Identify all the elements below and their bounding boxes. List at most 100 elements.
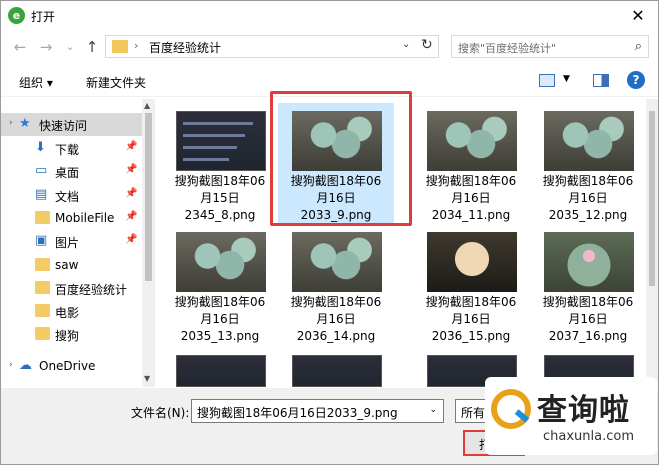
file-name-line: 月16日 [451, 191, 491, 205]
file-tile[interactable]: 搜狗截图18年06 月16日 2034_11.png [413, 103, 529, 225]
thumbnail-detail [183, 146, 237, 149]
sidebar-item[interactable]: 搜狗 [1, 323, 142, 346]
file-name-line: 2345_8.png [184, 208, 256, 222]
watermark-url: chaxunla.com [543, 429, 634, 444]
sidebar-item[interactable]: ▤ 文档 📌 [1, 184, 142, 207]
sidebar-item[interactable]: 百度经验统计 [1, 277, 142, 300]
file-name-line: 搜狗截图18年06 [542, 174, 634, 188]
forward-arrow-icon[interactable]: → [37, 38, 55, 56]
help-icon[interactable]: ? [627, 71, 645, 89]
folder-icon [35, 281, 50, 294]
file-name: 搜狗截图18年06 月16日 2036_14.png [278, 294, 394, 345]
app-icon: e [8, 7, 25, 24]
download-icon: ⬇ [35, 140, 46, 155]
expand-caret-icon[interactable]: › [9, 118, 13, 128]
address-bar[interactable]: › 百度经验统计 ⌄ ↻ [105, 35, 439, 58]
sidebar-item-label: saw [55, 258, 79, 272]
star-icon: ★ [19, 116, 31, 131]
pin-icon: 📌 [125, 164, 138, 175]
selection-highlight-box [270, 91, 412, 226]
search-icon[interactable]: ⌕ [635, 39, 642, 54]
desktop-icon: ▭ [35, 163, 48, 178]
breadcrumb-separator[interactable]: › [134, 39, 138, 52]
sidebar-item-label: 快速访问 [39, 119, 88, 133]
file-thumbnail-partial[interactable] [176, 355, 266, 387]
file-name-line: 搜狗截图18年06 [542, 295, 634, 309]
documents-icon: ▤ [35, 187, 48, 202]
folder-icon [35, 211, 50, 224]
watermark-logo: 查询啦 chaxunla.com [485, 377, 657, 455]
pictures-icon: ▣ [35, 233, 48, 248]
file-name-line: 搜狗截图18年06 [174, 295, 266, 309]
scroll-down-icon[interactable]: ▼ [144, 374, 150, 383]
organize-button[interactable]: 组织 ▾ [19, 74, 53, 91]
filename-value[interactable]: 搜狗截图18年06月16日2033_9.png [197, 404, 398, 421]
folder-icon [35, 304, 50, 317]
file-tile[interactable]: 搜狗截图18年06 月16日 2035_12.png [530, 103, 645, 225]
file-name-line: 搜狗截图18年06 [425, 174, 517, 188]
folder-icon [35, 258, 50, 271]
sidebar-item[interactable]: ⬇ 下载 📌 [1, 137, 142, 160]
sidebar-item-label: 电影 [55, 306, 80, 320]
up-arrow-icon[interactable]: ↑ [83, 38, 101, 56]
sidebar-item[interactable]: MobileFile 📌 [1, 207, 142, 230]
file-thumbnail [427, 111, 517, 171]
close-button[interactable]: ✕ [618, 1, 658, 31]
sidebar-scroll-thumb[interactable] [145, 113, 152, 281]
content-scroll-thumb[interactable] [649, 111, 655, 286]
sidebar-item-label: OneDrive [39, 359, 96, 373]
sidebar-item[interactable]: ▣ 图片 📌 [1, 230, 142, 253]
thumbnail-detail [183, 158, 229, 161]
file-name-line: 搜狗截图18年06 [174, 174, 266, 188]
chevron-down-icon[interactable]: ⌄ [402, 39, 410, 50]
pin-icon: 📌 [125, 211, 138, 222]
file-name-line: 2034_11.png [431, 208, 511, 222]
file-tile[interactable]: 搜狗截图18年06 月16日 2036_14.png [278, 224, 394, 346]
file-name: 搜狗截图18年06 月16日 2037_16.png [530, 294, 645, 345]
file-thumbnail-partial[interactable] [292, 355, 382, 387]
navigation-pane: ▲ ▼ › ★ 快速访问 ⬇ 下载 📌 ▭ 桌面 📌 ▤ 文档 📌 MobileFile 📌 ▣ 图片 📌 saw… [1, 99, 156, 387]
file-name-line: 月16日 [568, 312, 608, 326]
file-name-line: 2037_16.png [548, 329, 628, 343]
cloud-icon: ☁ [19, 358, 32, 373]
filename-field[interactable]: 搜狗截图18年06月16日2033_9.png ⌄ [191, 399, 444, 423]
chevron-down-icon[interactable]: ⌄ [429, 405, 437, 415]
search-input[interactable]: 搜索"百度经验统计" ⌕ [451, 35, 649, 58]
sidebar-item[interactable]: ▭ 桌面 📌 [1, 160, 142, 183]
file-tile[interactable]: 搜狗截图18年06 月16日 2035_13.png [162, 224, 278, 346]
breadcrumb-current[interactable]: 百度经验统计 [149, 39, 221, 56]
file-tile[interactable]: 搜狗截图18年06 月15日 2345_8.png [162, 103, 278, 225]
sidebar-item[interactable]: 电影 [1, 300, 142, 323]
view-dropdown-icon[interactable]: ▼ [563, 74, 570, 84]
sidebar-item-label: MobileFile [55, 211, 115, 225]
expand-caret-icon[interactable]: › [9, 360, 13, 370]
sidebar-item[interactable]: › ☁ OneDrive [1, 355, 142, 378]
thumbnail-detail [183, 122, 253, 125]
sidebar-item-label: 搜狗 [55, 329, 80, 343]
recent-locations-icon[interactable]: ⌄ [61, 38, 79, 56]
view-mode-icon[interactable] [539, 74, 555, 87]
back-arrow-icon[interactable]: ← [11, 38, 29, 56]
new-folder-button[interactable]: 新建文件夹 [86, 74, 146, 91]
search-placeholder: 搜索"百度经验统计" [458, 42, 557, 55]
sidebar-item-label: 图片 [55, 236, 80, 250]
file-tile[interactable]: 搜狗截图18年06 月16日 2037_16.png [530, 224, 645, 346]
sidebar-item-label: 下载 [55, 143, 80, 157]
pin-icon: 📌 [125, 234, 138, 245]
file-thumbnail [427, 232, 517, 292]
sidebar-item-label: 桌面 [55, 166, 80, 180]
file-tile[interactable]: 搜狗截图18年06 月16日 2036_15.png [413, 224, 529, 346]
file-name-line: 月16日 [316, 312, 356, 326]
refresh-icon[interactable]: ↻ [421, 37, 433, 53]
file-name: 搜狗截图18年06 月15日 2345_8.png [162, 173, 278, 224]
sidebar-item[interactable]: saw [1, 254, 142, 277]
file-thumbnail [176, 111, 266, 171]
scroll-up-icon[interactable]: ▲ [144, 101, 150, 110]
file-name-line: 搜狗截图18年06 [290, 295, 382, 309]
file-name-line: 搜狗截图18年06 [425, 295, 517, 309]
file-name-line: 月16日 [451, 312, 491, 326]
preview-pane-icon[interactable] [593, 74, 609, 87]
window-title: 打开 [31, 10, 56, 24]
file-name: 搜狗截图18年06 月16日 2036_15.png [413, 294, 529, 345]
sidebar-item[interactable]: › ★ 快速访问 [1, 113, 142, 136]
